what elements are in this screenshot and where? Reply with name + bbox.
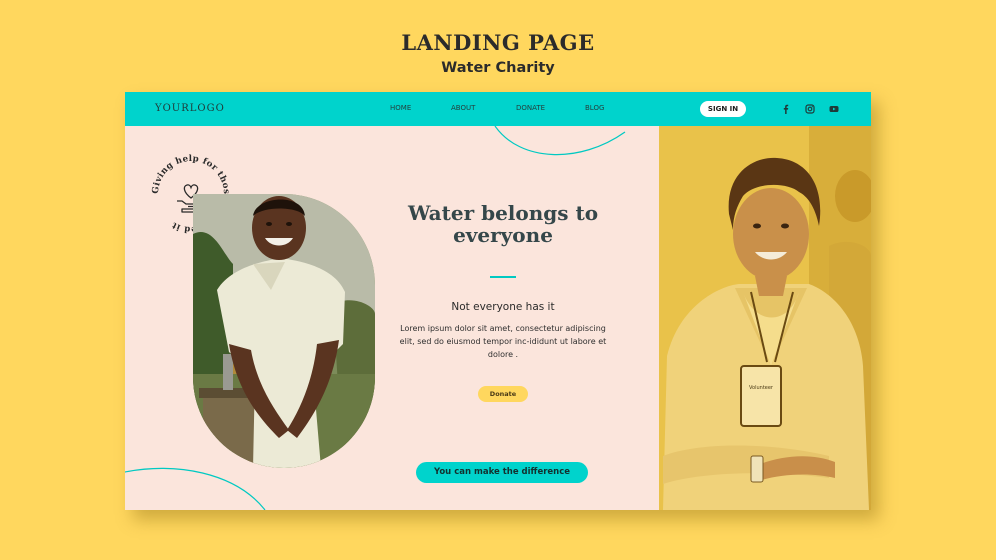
sign-in-button[interactable]: SIGN IN bbox=[700, 101, 746, 117]
nav-blog[interactable]: BLOG bbox=[585, 104, 604, 112]
logo[interactable]: YOURLOGO bbox=[155, 103, 225, 114]
nav-donate[interactable]: DONATE bbox=[516, 104, 545, 112]
instagram-icon[interactable] bbox=[804, 103, 816, 115]
youtube-icon[interactable] bbox=[828, 103, 840, 115]
hero-subheading: Not everyone has it bbox=[451, 301, 555, 313]
hero-headline: Water belongs to everyone bbox=[407, 201, 599, 247]
facebook-icon[interactable] bbox=[780, 103, 792, 115]
landing-page-card: YOURLOGO HOME ABOUT DONATE BLOG SIGN IN … bbox=[125, 92, 871, 510]
nav-about[interactable]: ABOUT bbox=[451, 104, 475, 112]
accent-divider bbox=[490, 276, 516, 278]
nav-home[interactable]: HOME bbox=[390, 104, 411, 112]
volunteer-badge-text: Volunteer bbox=[749, 385, 774, 391]
navbar: YOURLOGO HOME ABOUT DONATE BLOG SIGN IN bbox=[125, 92, 871, 126]
make-difference-button[interactable]: You can make the difference bbox=[416, 462, 588, 483]
volunteer-photo: Volunteer bbox=[659, 126, 871, 510]
child-photo bbox=[193, 194, 375, 468]
presentation-title: LANDING PAGE bbox=[401, 30, 595, 55]
hero-body-text: Lorem ipsum dolor sit amet, consectetur … bbox=[399, 324, 607, 359]
presentation-subtitle: Water Charity bbox=[441, 60, 555, 76]
donate-button[interactable]: Donate bbox=[478, 386, 528, 402]
